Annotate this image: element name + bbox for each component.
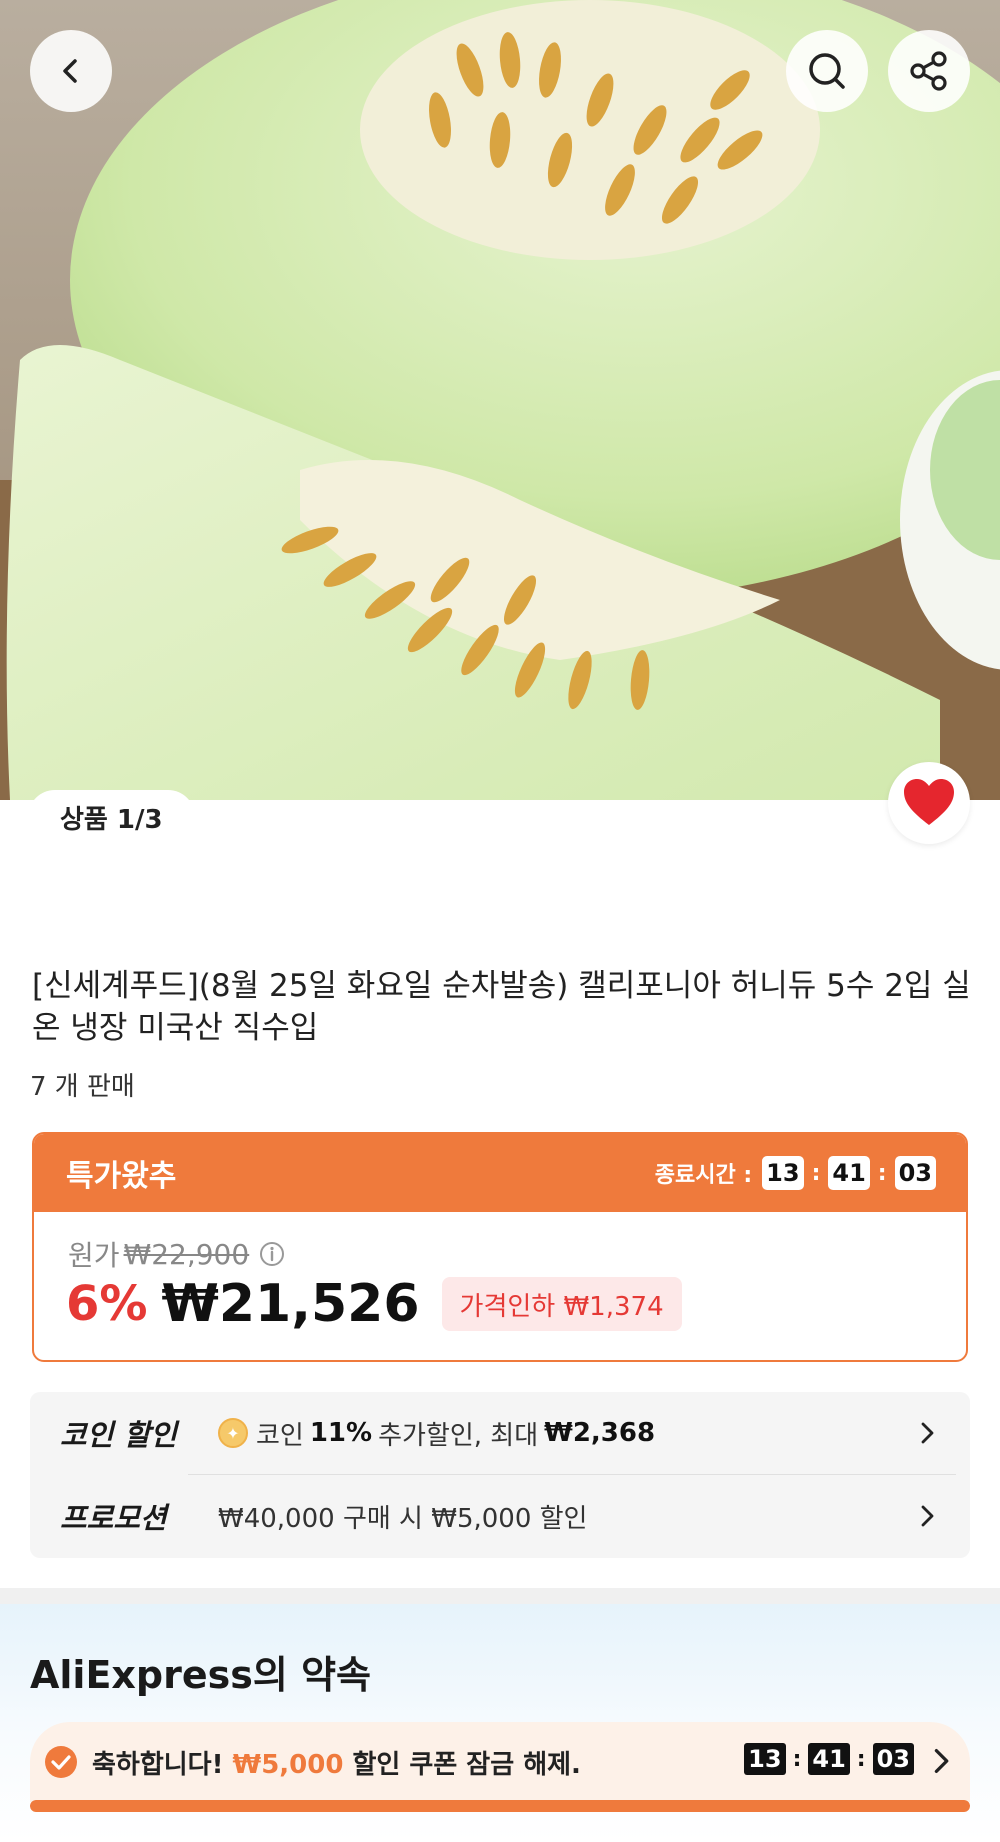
coin-percent: 11%	[309, 1418, 373, 1448]
chevron-right-icon	[934, 1749, 949, 1773]
coin-mid-text: 추가할인, 최대	[378, 1420, 539, 1451]
check-circle-icon	[44, 1745, 78, 1779]
original-price-row: 원가 ₩22,900	[68, 1234, 285, 1274]
search-icon	[809, 53, 845, 89]
coupon-countdown: 13 : 41 : 03	[744, 1743, 914, 1775]
countdown-minutes: 41	[828, 1156, 870, 1190]
discount-percent: 6%	[66, 1276, 148, 1332]
original-price-label: 원가	[68, 1239, 120, 1272]
heart-icon	[904, 779, 954, 825]
coupon-progress-bar	[30, 1800, 970, 1812]
info-icon[interactable]	[259, 1241, 285, 1267]
promise-title: AliExpress의 약속	[30, 1653, 371, 1697]
section-separator	[0, 1588, 1000, 1604]
coupon-progress-fill	[30, 1800, 970, 1812]
back-button[interactable]	[30, 30, 112, 112]
price-row: 6% ₩21,526 가격인하 ₩1,374	[66, 1274, 682, 1334]
original-price: ₩22,900	[123, 1237, 250, 1271]
countdown-separator: :	[792, 1746, 802, 1772]
deal-end-label: 종료시간 :	[654, 1163, 753, 1188]
share-button[interactable]	[888, 30, 970, 112]
coin-discount-row[interactable]: 코인 할인 ✦ 코인 11% 추가할인, 최대 ₩2,368	[30, 1392, 970, 1474]
promotion-row[interactable]: 프로모션 ₩40,000 구매 시 ₩5,000 할인	[30, 1475, 970, 1557]
coin-icon: ✦	[218, 1418, 248, 1448]
coupon-unlock-text: 축하합니다! ₩5,000 할인 쿠폰 잠금 해제.	[92, 1744, 581, 1781]
unlock-prefix: 축하합니다!	[92, 1749, 224, 1780]
chevron-left-icon	[63, 59, 77, 83]
countdown-hours: 13	[762, 1156, 804, 1190]
unlock-suffix: 할인 쿠폰 잠금 해제.	[352, 1749, 581, 1780]
special-deal-card: 특가왔추 종료시간 : 13 : 41 : 03 원가 ₩22,900 6% ₩…	[32, 1132, 968, 1362]
coin-max: ₩2,368	[544, 1418, 656, 1448]
coupon-unlock-banner[interactable]: 축하합니다! ₩5,000 할인 쿠폰 잠금 해제. 13 : 41 : 03	[30, 1722, 970, 1802]
countdown-hours: 13	[744, 1743, 786, 1775]
countdown-separator: :	[811, 1160, 821, 1186]
promotion-text: ₩40,000 구매 시 ₩5,000 할인	[218, 1503, 588, 1534]
price-cut-badge: 가격인하 ₩1,374	[441, 1277, 682, 1331]
wishlist-button[interactable]	[888, 762, 970, 844]
coin-discount-label: 코인 할인	[60, 1418, 177, 1452]
countdown-seconds: 03	[872, 1743, 914, 1775]
sale-price: ₩21,526	[161, 1274, 420, 1334]
promotion-label: 프로모션	[60, 1501, 167, 1535]
benefits-box: 코인 할인 ✦ 코인 11% 추가할인, 최대 ₩2,368 프로모션 ₩40,…	[30, 1392, 970, 1558]
countdown-minutes: 41	[808, 1743, 850, 1775]
chevron-right-icon	[921, 1505, 934, 1527]
honeydew-photo	[0, 0, 1000, 800]
share-icon	[910, 51, 947, 91]
image-counter: 상품 1/3	[28, 790, 195, 844]
deal-countdown: 종료시간 : 13 : 41 : 03	[655, 1156, 936, 1190]
search-button[interactable]	[786, 30, 868, 112]
countdown-seconds: 03	[894, 1156, 936, 1190]
countdown-separator: :	[877, 1160, 887, 1186]
coin-discount-text: ✦ 코인 11% 추가할인, 최대 ₩2,368	[218, 1415, 661, 1452]
product-title: [신세계푸드](8월 25일 화요일 순차발송) 캘리포니아 허니듀 5수 2입…	[32, 968, 971, 1046]
unlock-amount: ₩5,000	[232, 1749, 344, 1780]
chevron-right-icon	[921, 1422, 934, 1444]
deal-header: 특가왔추 종료시간 : 13 : 41 : 03	[34, 1134, 966, 1212]
coin-prefix: 코인	[256, 1420, 304, 1451]
product-image[interactable]	[0, 0, 1000, 800]
countdown-separator: :	[856, 1746, 866, 1772]
deal-name: 특가왔추	[66, 1159, 177, 1194]
sold-count: 7 개 판매	[30, 1072, 135, 1102]
